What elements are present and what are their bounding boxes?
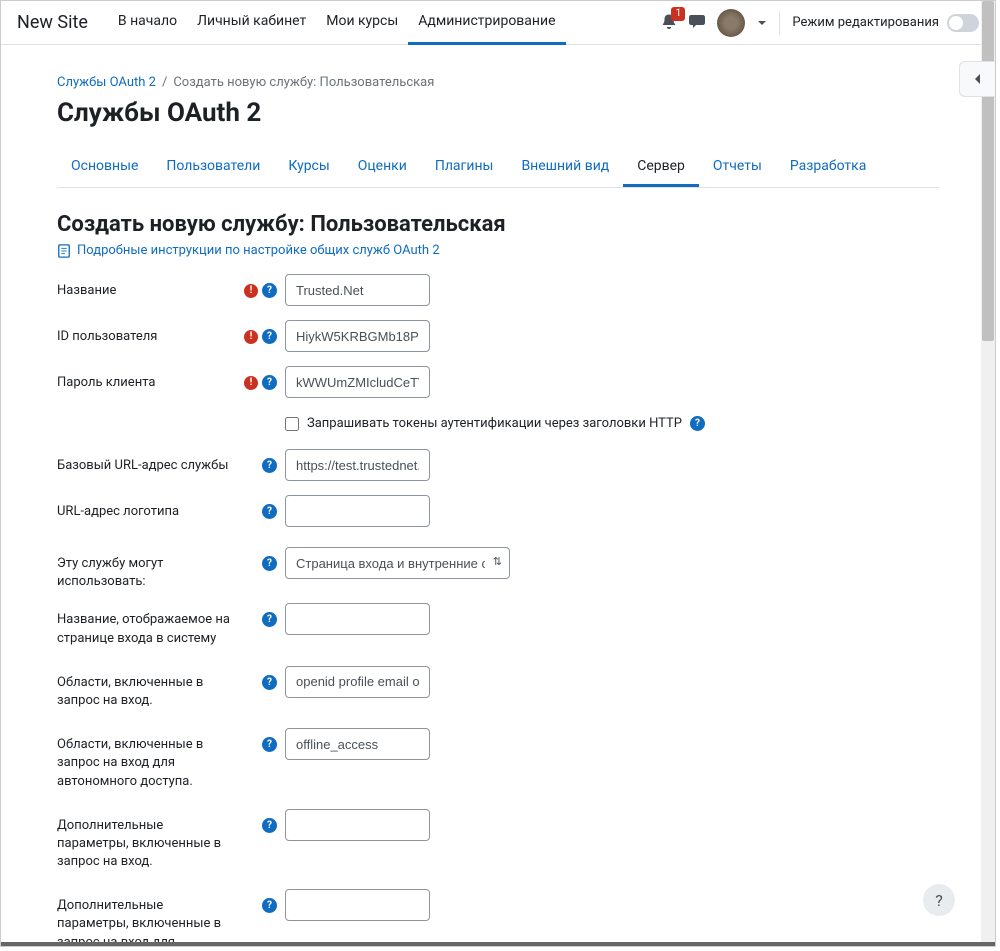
showon-select[interactable]: Страница входа и внутренние службы: [285, 547, 510, 579]
help-icon[interactable]: ?: [262, 329, 277, 344]
scrollbar-thumb[interactable]: [982, 1, 994, 341]
admin-tabs: Основные Пользователи Курсы Оценки Плаги…: [57, 148, 939, 188]
doc-icon: [57, 244, 71, 258]
help-icon[interactable]: ?: [262, 504, 277, 519]
messages-icon[interactable]: [689, 13, 705, 33]
displayname-label: Название, отображаемое на странице входа…: [57, 603, 237, 647]
required-icon: !: [244, 376, 258, 390]
section-title: Создать новую службу: Пользовательская: [57, 212, 939, 237]
clientid-label: ID пользователя: [57, 320, 237, 346]
help-icon[interactable]: ?: [262, 283, 277, 298]
top-navbar: New Site В начало Личный кабинет Мои кур…: [1, 1, 995, 45]
vertical-scrollbar[interactable]: [981, 1, 995, 946]
edit-mode-label: Режим редактирования: [792, 15, 939, 30]
help-link[interactable]: Подробные инструкции по настройке общих …: [57, 243, 939, 258]
httpauth-checkbox[interactable]: [285, 417, 299, 431]
nav-home[interactable]: В начало: [108, 1, 187, 45]
user-avatar[interactable]: [717, 9, 745, 37]
name-label: Название: [57, 274, 237, 300]
baseurl-input[interactable]: [285, 449, 430, 481]
edit-mode-toggle[interactable]: [947, 14, 979, 32]
help-icon[interactable]: ?: [262, 556, 277, 571]
httpauth-label: Запрашивать токены аутентификации через …: [307, 416, 682, 431]
required-icon: !: [244, 330, 258, 344]
scopes-label: Области, включенные в запрос на вход.: [57, 666, 237, 710]
tab-users[interactable]: Пользователи: [152, 148, 274, 187]
tab-appearance[interactable]: Внешний вид: [507, 148, 623, 187]
showon-label: Эту службу могут использовать:: [57, 547, 237, 591]
help-icon[interactable]: ?: [262, 458, 277, 473]
tab-courses[interactable]: Курсы: [274, 148, 343, 187]
logourl-input[interactable]: [285, 495, 430, 527]
offlineparams-label: Дополнительные параметры, включенные в з…: [57, 889, 237, 947]
params-label: Дополнительные параметры, включенные в з…: [57, 809, 237, 872]
breadcrumb-sep: /: [162, 75, 167, 90]
notification-badge: 1: [671, 7, 685, 21]
footer-help-button[interactable]: ?: [923, 884, 955, 916]
nav-courses[interactable]: Мои курсы: [316, 1, 408, 45]
params-input[interactable]: [285, 809, 430, 841]
breadcrumb: Службы OAuth 2 / Создать новую службу: П…: [57, 75, 939, 90]
required-icon: !: [244, 284, 258, 298]
tab-server[interactable]: Сервер: [623, 148, 699, 187]
nav-dashboard[interactable]: Личный кабинет: [187, 1, 316, 45]
tab-grades[interactable]: Оценки: [344, 148, 421, 187]
displayname-input[interactable]: [285, 603, 430, 635]
name-input[interactable]: [285, 274, 430, 306]
help-icon[interactable]: ?: [690, 416, 705, 431]
logourl-label: URL-адрес логотипа: [57, 495, 237, 521]
help-icon[interactable]: ?: [262, 818, 277, 833]
clientid-input[interactable]: [285, 320, 430, 352]
offlinescopes-label: Области, включенные в запрос на вход для…: [57, 728, 237, 791]
tab-general[interactable]: Основные: [57, 148, 152, 187]
nav-admin[interactable]: Администрирование: [408, 1, 565, 45]
drawer-toggle[interactable]: [959, 61, 995, 97]
scopes-input[interactable]: [285, 666, 430, 698]
divider: [779, 11, 780, 35]
tab-development[interactable]: Разработка: [776, 148, 880, 187]
tab-plugins[interactable]: Плагины: [421, 148, 508, 187]
clientsecret-label: Пароль клиента: [57, 366, 237, 392]
help-icon[interactable]: ?: [262, 737, 277, 752]
offlineparams-input[interactable]: [285, 889, 430, 921]
clientsecret-input[interactable]: [285, 366, 430, 398]
help-icon[interactable]: ?: [262, 375, 277, 390]
page-title: Службы OAuth 2: [57, 98, 939, 128]
chevron-down-icon[interactable]: [757, 18, 767, 28]
help-icon[interactable]: ?: [262, 675, 277, 690]
breadcrumb-link[interactable]: Службы OAuth 2: [57, 75, 156, 90]
site-brand[interactable]: New Site: [17, 12, 88, 33]
tab-reports[interactable]: Отчеты: [699, 148, 776, 187]
help-icon[interactable]: ?: [262, 612, 277, 627]
notifications-icon[interactable]: 1: [661, 13, 677, 33]
help-icon[interactable]: ?: [262, 898, 277, 913]
baseurl-label: Базовый URL-адрес службы: [57, 449, 237, 475]
offlinescopes-input[interactable]: [285, 728, 430, 760]
horizontal-scrollbar[interactable]: [1, 942, 995, 946]
breadcrumb-current: Создать новую службу: Пользовательская: [173, 75, 434, 90]
